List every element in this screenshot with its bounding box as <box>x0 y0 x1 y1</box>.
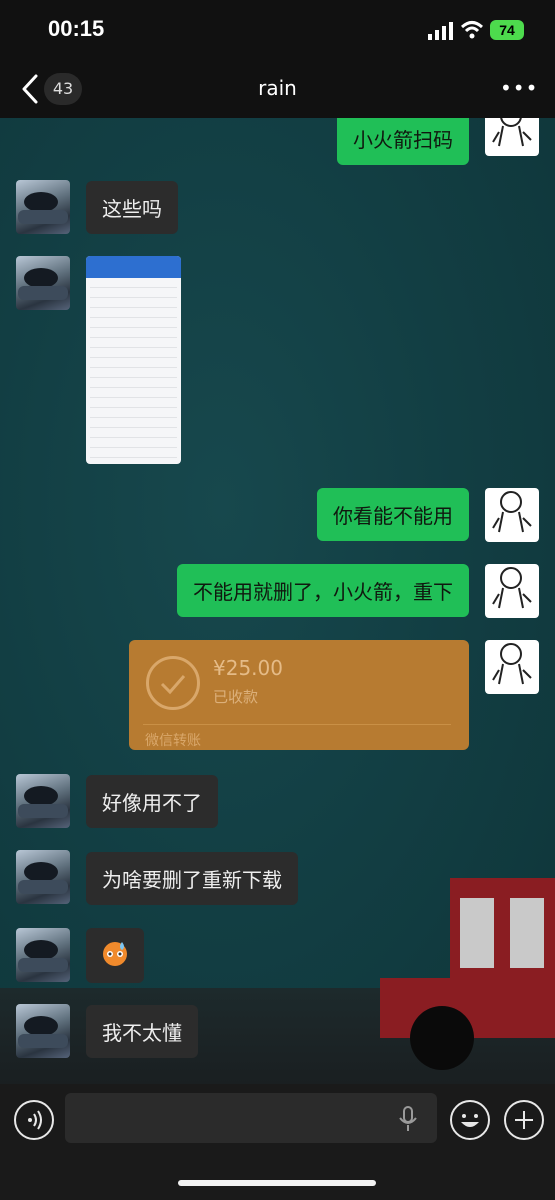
avatar-self[interactable] <box>485 488 539 542</box>
avatar-self[interactable] <box>485 118 539 156</box>
chat-header: 43 rain ••• <box>0 60 555 118</box>
message-received[interactable] <box>86 928 144 983</box>
message-received[interactable]: 好像用不了 <box>86 775 218 828</box>
microphone-icon[interactable] <box>398 1106 418 1132</box>
voice-icon[interactable] <box>14 1100 54 1140</box>
status-bar: 00:15 74 <box>0 0 555 60</box>
wallpaper-car <box>380 878 555 1070</box>
wifi-icon <box>460 21 484 39</box>
avatar-contact[interactable] <box>16 180 70 234</box>
home-indicator <box>178 1180 376 1186</box>
message-sent[interactable]: 小火箭扫码 <box>337 118 469 165</box>
avatar-self[interactable] <box>485 564 539 618</box>
sweat-emoji-icon <box>103 942 127 966</box>
message-input[interactable] <box>65 1093 437 1143</box>
transfer-label: 微信转账 <box>145 733 201 749</box>
transfer-card[interactable]: ¥25.00 已收款 微信转账 <box>129 640 469 750</box>
avatar-contact[interactable] <box>16 1004 70 1058</box>
screenshot-image-message[interactable] <box>86 256 181 464</box>
transfer-amount: ¥25.00 <box>213 656 283 680</box>
plus-icon[interactable] <box>504 1100 544 1140</box>
avatar-contact[interactable] <box>16 256 70 310</box>
chat-area[interactable]: 小火箭扫码 这些吗 你看能不能用 不能用就删了，小火箭，重下 ¥25.00 已收… <box>0 118 555 1084</box>
more-icon[interactable]: ••• <box>500 78 537 100</box>
message-received[interactable]: 为啥要删了重新下载 <box>86 852 298 905</box>
emoji-icon[interactable] <box>450 1100 490 1140</box>
message-sent[interactable]: 不能用就删了，小火箭，重下 <box>177 564 469 617</box>
transfer-status: 已收款 <box>213 688 259 706</box>
signal-icon <box>428 22 453 40</box>
message-sent[interactable]: 你看能不能用 <box>317 488 469 541</box>
battery-icon: 74 <box>490 20 524 40</box>
doodle-avatar <box>492 118 532 147</box>
check-icon <box>146 656 200 710</box>
avatar-contact[interactable] <box>16 928 70 982</box>
doodle-avatar <box>492 567 532 609</box>
doodle-avatar <box>492 643 532 685</box>
message-received[interactable]: 这些吗 <box>86 181 178 234</box>
status-time: 00:15 <box>48 16 105 41</box>
avatar-self[interactable] <box>485 640 539 694</box>
avatar-contact[interactable] <box>16 850 70 904</box>
chat-title: rain <box>258 76 297 100</box>
message-received[interactable]: 我不太懂 <box>86 1005 198 1058</box>
avatar-contact[interactable] <box>16 774 70 828</box>
doodle-avatar <box>492 491 532 533</box>
